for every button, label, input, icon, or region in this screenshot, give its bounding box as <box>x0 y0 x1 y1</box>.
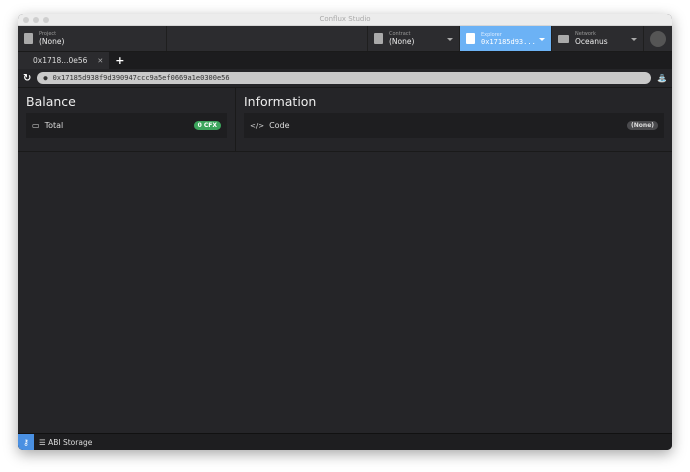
explorer-value: 0x17185d93... <box>481 37 536 46</box>
address-input[interactable]: ● 0x17185d938f9d390947ccc9a5ef0669a1e030… <box>37 72 652 84</box>
code-row: </> Code (None) <box>244 113 664 138</box>
faucet-icon[interactable]: ⛲ <box>657 74 667 83</box>
chevron-down-icon[interactable] <box>447 38 453 41</box>
network-selector[interactable]: Network Oceanus <box>552 26 644 51</box>
tab-bar: 0x1718...0e56 ✕ + <box>18 52 672 69</box>
balance-heading: Balance <box>26 94 76 109</box>
header: Project (None) Contract (None) Explorer 0x1… <box>18 26 672 52</box>
tab-label: 0x1718...0e56 <box>33 56 88 65</box>
key-icon[interactable]: ⚷ <box>18 433 34 450</box>
laptop-icon <box>558 34 569 43</box>
abi-storage-label: ABI Storage <box>48 437 93 447</box>
project-value: (None) <box>39 37 65 46</box>
code-badge: (None) <box>627 121 658 130</box>
status-bar: ⚷ ☰ ABI Storage <box>18 433 672 450</box>
file-icon <box>24 33 33 44</box>
code-icon: </> <box>250 121 265 130</box>
total-badge: 0 CFX <box>193 121 221 130</box>
user-avatar[interactable] <box>650 30 666 47</box>
location-pin-icon: ● <box>43 74 48 82</box>
tab-address[interactable]: 0x1718...0e56 ✕ <box>18 52 110 69</box>
address-bar: ↻ ● 0x17185d938f9d390947ccc9a5ef0669a1e0… <box>18 69 672 88</box>
total-label: Total <box>44 121 64 130</box>
abi-storage-button[interactable]: ☰ ABI Storage <box>39 438 92 447</box>
contract-selector[interactable]: Contract (None) <box>368 26 460 51</box>
window-title: Conflux Studio <box>319 15 371 23</box>
new-tab-button[interactable]: + <box>115 54 124 67</box>
close-tab-icon[interactable]: ✕ <box>97 57 103 65</box>
address-value: 0x17185d938f9d390947ccc9a5ef0669a1e0300e… <box>52 74 230 82</box>
refresh-icon[interactable]: ↻ <box>23 73 31 84</box>
project-selector[interactable]: Project (None) <box>18 26 167 51</box>
wallet-icon: ▭ <box>32 121 40 130</box>
information-heading: Information <box>244 94 317 109</box>
network-value: Oceanus <box>575 37 608 46</box>
file-icon <box>374 33 383 44</box>
code-label: Code <box>269 121 290 130</box>
list-icon: ☰ <box>39 437 49 447</box>
contract-value: (None) <box>389 37 415 46</box>
information-panel: Information </> Code (None) <box>236 88 672 151</box>
document-icon <box>466 33 475 44</box>
explorer-selector[interactable]: Explorer 0x17185d93... <box>460 26 552 51</box>
app-window: Conflux Studio Project (None) Contract (No… <box>18 14 672 450</box>
balance-total-row: ▭ Total 0 CFX <box>26 113 227 138</box>
chevron-down-icon[interactable] <box>631 38 637 41</box>
chevron-down-icon[interactable] <box>539 38 545 41</box>
title-bar: Conflux Studio <box>18 14 672 26</box>
balance-panel: Balance ▭ Total 0 CFX <box>18 88 236 151</box>
